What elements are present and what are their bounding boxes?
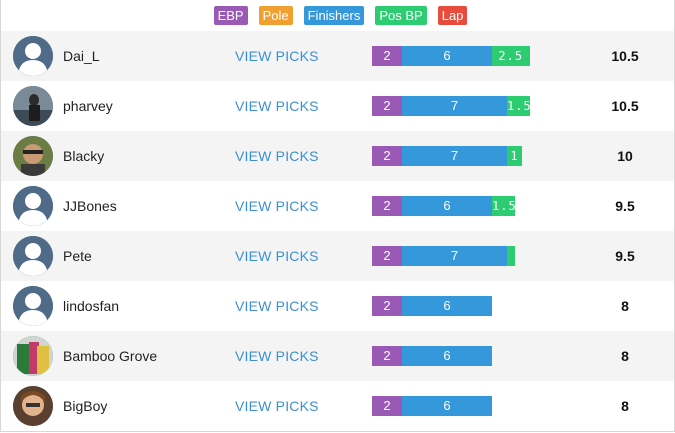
finishers-segment: 6: [402, 346, 492, 366]
player-name: Bamboo Grove: [63, 348, 158, 364]
pos-bp-segment: 1.5: [492, 196, 515, 216]
total-points: 9.5: [615, 198, 635, 214]
view-picks-link[interactable]: VIEW PICKS: [235, 281, 319, 331]
ebp-segment: 2: [372, 196, 402, 216]
pos-bp-segment: 1: [507, 146, 522, 166]
user-photo-avatar: [13, 86, 53, 126]
ebp-segment: 2: [372, 96, 402, 116]
leaderboard-panel: EBP Pole Finishers Pos BP Lap Dai_L VIEW …: [0, 0, 675, 432]
user-photo-avatar: [13, 136, 53, 176]
finishers-segment: 7: [402, 146, 507, 166]
finishers-segment: 6: [402, 196, 492, 216]
player-name: lindosfan: [63, 298, 120, 314]
player-name: Pete: [63, 248, 92, 264]
points-breakdown-bar: 26: [372, 346, 492, 366]
finishers-segment: 7: [402, 96, 507, 116]
default-avatar-icon: [13, 286, 53, 326]
leaderboard-row: lindosfan VIEW PICKS 2 6 8: [1, 281, 674, 331]
points-breakdown-bar: 26: [372, 296, 492, 316]
player-name: JJBones: [63, 198, 117, 214]
total-points: 10.5: [611, 98, 639, 114]
leaderboard-rows: Dai_L VIEW PICKS 2 6 2.5 10.5 pharvey VIEW PICK…: [1, 31, 674, 431]
view-picks-link[interactable]: VIEW PICKS: [235, 81, 319, 131]
legend-lap: Lap: [437, 6, 468, 25]
total-points: 9.5: [615, 248, 635, 264]
total-points: 10: [617, 148, 633, 164]
points-legend: EBP Pole Finishers Pos BP Lap: [1, 0, 674, 31]
view-picks-link[interactable]: VIEW PICKS: [235, 131, 319, 181]
player-name: Dai_L: [63, 48, 100, 64]
player-name: Blacky: [63, 148, 105, 164]
legend-finishers: Finishers: [303, 6, 365, 25]
view-picks-link[interactable]: VIEW PICKS: [235, 31, 319, 81]
leaderboard-row: Dai_L VIEW PICKS 2 6 2.5 10.5: [1, 31, 674, 81]
leaderboard-row: BigBoy VIEW PICKS 2 6 8: [1, 381, 674, 431]
ebp-segment: 2: [372, 296, 402, 316]
leaderboard-row: Bamboo Grove VIEW PICKS 2 6 8: [1, 331, 674, 381]
pos-bp-segment: [507, 246, 515, 266]
leaderboard-row: Pete VIEW PICKS 2 7 9.5: [1, 231, 674, 281]
total-points: 8: [621, 398, 629, 414]
view-picks-link[interactable]: VIEW PICKS: [235, 181, 319, 231]
ebp-segment: 2: [372, 46, 402, 66]
legend-pos-bp: Pos BP: [375, 6, 427, 25]
default-avatar-icon: [13, 186, 53, 226]
leaderboard-row: Blacky VIEW PICKS 2 7 1 10: [1, 131, 674, 181]
ebp-segment: 2: [372, 146, 402, 166]
points-breakdown-bar: 27: [372, 246, 515, 266]
ebp-segment: 2: [372, 246, 402, 266]
view-picks-link[interactable]: VIEW PICKS: [235, 381, 319, 431]
finishers-segment: 7: [402, 246, 507, 266]
leaderboard-row: pharvey VIEW PICKS 2 7 1.5 10.5: [1, 81, 674, 131]
player-name: BigBoy: [63, 398, 108, 414]
points-breakdown-bar: 271: [372, 146, 522, 166]
leaderboard-row: JJBones VIEW PICKS 2 6 1.5 9.5: [1, 181, 674, 231]
ebp-segment: 2: [372, 396, 402, 416]
legend-pole: Pole: [258, 6, 293, 25]
default-avatar-icon: [13, 36, 53, 76]
finishers-segment: 6: [402, 396, 492, 416]
total-points: 10.5: [611, 48, 639, 64]
points-breakdown-bar: 2 6 1.5: [372, 196, 515, 216]
pos-bp-segment: 2.5: [492, 46, 530, 66]
default-avatar-icon: [13, 236, 53, 276]
points-breakdown-bar: 2 7 1.5: [372, 96, 530, 116]
view-picks-link[interactable]: VIEW PICKS: [235, 231, 319, 281]
ebp-segment: 2: [372, 346, 402, 366]
points-breakdown-bar: 2 6 2.5: [372, 46, 530, 66]
finishers-segment: 6: [402, 296, 492, 316]
points-breakdown-bar: 26: [372, 396, 492, 416]
user-photo-avatar: [13, 336, 53, 376]
pos-bp-segment: 1.5: [507, 96, 530, 116]
total-points: 8: [621, 348, 629, 364]
finishers-segment: 6: [402, 46, 492, 66]
user-photo-avatar: [13, 386, 53, 426]
total-points: 8: [621, 298, 629, 314]
player-name: pharvey: [63, 98, 113, 114]
legend-ebp: EBP: [213, 6, 248, 25]
view-picks-link[interactable]: VIEW PICKS: [235, 331, 319, 381]
